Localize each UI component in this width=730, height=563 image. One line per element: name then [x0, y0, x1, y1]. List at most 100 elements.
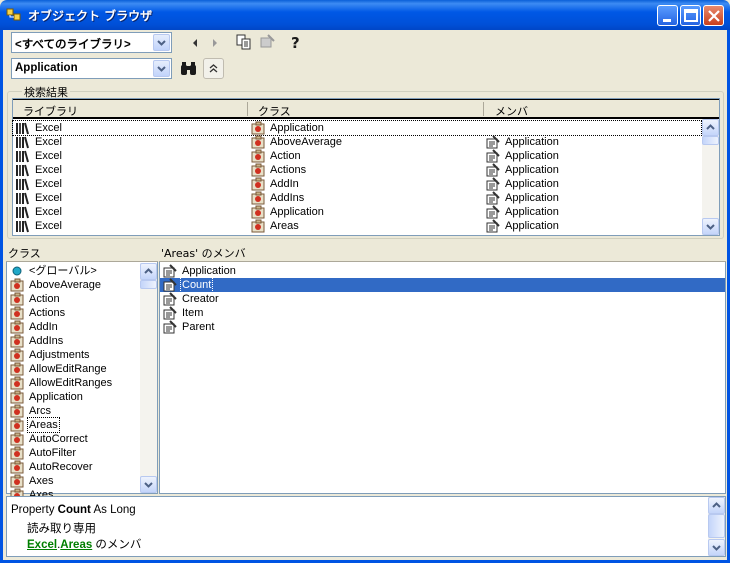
class-list-item[interactable]: Axes [7, 474, 138, 488]
results-class-cell: Action [270, 150, 301, 162]
chevron-up-icon [706, 124, 715, 130]
class-icon [251, 177, 265, 191]
class-list-label: AddIns [29, 335, 64, 347]
class-list-label: <グローバル> [29, 265, 97, 277]
chevron-up-icon [712, 502, 721, 508]
class-icon [251, 135, 265, 149]
class-icon [10, 432, 24, 446]
class-list-item[interactable]: AllowEditRange [7, 362, 138, 376]
member-list-item[interactable]: Count [160, 277, 725, 293]
class-list-item[interactable]: Actions [7, 306, 138, 320]
results-row[interactable]: Excel Action Application [13, 149, 701, 163]
class-list-item[interactable]: Areas [7, 417, 138, 433]
scroll-up-button[interactable] [702, 119, 719, 136]
class-list-item[interactable]: AutoFilter [7, 446, 138, 460]
results-row[interactable]: Excel AboveAverage Application [13, 135, 701, 149]
class-icon [251, 149, 265, 163]
library-combo-value: <すべてのライブラリ> [15, 39, 131, 51]
search-combo-dropdown[interactable] [153, 60, 170, 77]
close-button[interactable] [703, 5, 724, 26]
class-icon [10, 320, 24, 334]
class-list-item[interactable]: Action [7, 292, 138, 306]
library-icon [15, 177, 29, 191]
search-combo[interactable]: Application [11, 58, 172, 79]
results-row[interactable]: Excel Application [12, 120, 702, 136]
scroll-thumb[interactable] [708, 514, 725, 538]
forward-icon[interactable] [206, 34, 224, 52]
results-scrollbar[interactable] [702, 119, 719, 235]
class-link[interactable]: Areas [60, 539, 92, 551]
class-list-item[interactable]: AddIns [7, 334, 138, 348]
scroll-thumb[interactable] [140, 280, 157, 289]
library-combo[interactable]: <すべてのライブラリ> [11, 32, 172, 53]
back-icon[interactable] [186, 34, 204, 52]
member-list[interactable]: Application Count Creator Item Parent [159, 246, 726, 494]
property-icon [486, 177, 500, 191]
property-icon [486, 149, 500, 163]
library-combo-dropdown[interactable] [153, 34, 170, 51]
property-icon [486, 135, 500, 149]
class-list-item[interactable]: AllowEditRanges [7, 376, 138, 390]
class-list-item[interactable]: Arcs [7, 404, 138, 418]
column-header-member[interactable]: メンバ [495, 103, 528, 119]
results-library-cell: Excel [35, 206, 62, 218]
results-row[interactable]: Excel Application Application [13, 205, 701, 219]
member-list-item[interactable]: Creator [160, 292, 725, 306]
results-row[interactable]: Excel AddIn Application [13, 177, 701, 191]
help-icon[interactable]: ? [288, 33, 306, 51]
scroll-down-button[interactable] [140, 476, 157, 493]
minimize-button[interactable] [657, 5, 678, 26]
view-definition-icon[interactable] [259, 33, 277, 51]
signature-prefix: Property [11, 504, 58, 516]
copy-icon[interactable] [236, 33, 254, 51]
member-list-item[interactable]: Item [160, 306, 725, 320]
class-list-item[interactable]: AddIn [7, 320, 138, 334]
results-class-cell: Application [270, 122, 324, 134]
chevron-up-double-icon [209, 64, 218, 73]
results-row[interactable]: Excel Actions Application [13, 163, 701, 177]
results-class-cell: Application [270, 206, 324, 218]
class-list-item[interactable]: Application [7, 390, 138, 404]
results-library-cell: Excel [35, 192, 62, 204]
toggle-results-button[interactable] [203, 58, 224, 79]
column-divider[interactable] [483, 102, 484, 116]
library-icon [15, 219, 29, 233]
class-list-item[interactable]: <グローバル> [7, 264, 138, 278]
class-icon [10, 390, 24, 404]
class-icon [10, 474, 24, 488]
results-row[interactable]: Excel AddIns Application [13, 191, 701, 205]
class-list-item[interactable]: AboveAverage [7, 278, 138, 292]
class-list-item[interactable]: Adjustments [7, 348, 138, 362]
binoculars-icon[interactable] [180, 60, 198, 78]
member-list-label: Item [182, 307, 204, 319]
class-list-item[interactable]: AutoRecover [7, 460, 138, 474]
scroll-down-button[interactable] [702, 218, 719, 235]
scroll-up-button[interactable] [140, 263, 157, 280]
results-library-cell: Excel [35, 178, 62, 190]
class-list-item[interactable]: AutoCorrect [7, 432, 138, 446]
scroll-down-button[interactable] [708, 539, 725, 556]
column-divider[interactable] [247, 102, 248, 116]
class-list[interactable]: <グローバル> AboveAverage Action Actions AddIn Add… [6, 246, 158, 502]
member-list-item[interactable]: Parent [160, 320, 725, 334]
detail-scrollbar[interactable] [708, 497, 725, 556]
minimize-icon [663, 19, 671, 22]
class-icon [10, 418, 24, 432]
column-header-class[interactable]: クラス [258, 103, 291, 119]
class-icon [10, 446, 24, 460]
column-header-library[interactable]: ライブラリ [23, 103, 78, 119]
class-icon [10, 460, 24, 474]
property-icon [486, 191, 500, 205]
member-signature: Property Count As Long [11, 504, 136, 516]
results-row[interactable]: Excel Areas Application [13, 219, 701, 233]
class-scrollbar[interactable] [140, 263, 157, 493]
library-link[interactable]: Excel [27, 539, 57, 551]
scroll-up-button[interactable] [708, 497, 725, 514]
scroll-thumb[interactable] [702, 136, 719, 145]
results-member-cell: Application [505, 192, 559, 204]
class-list-label: AutoRecover [29, 461, 93, 473]
class-list-label: AboveAverage [29, 279, 101, 291]
maximize-button[interactable] [680, 5, 701, 26]
member-list-item[interactable]: Application [160, 264, 725, 278]
search-results-list[interactable]: ライブラリ クラス メンバ Excel Application Excel Above… [12, 98, 720, 236]
